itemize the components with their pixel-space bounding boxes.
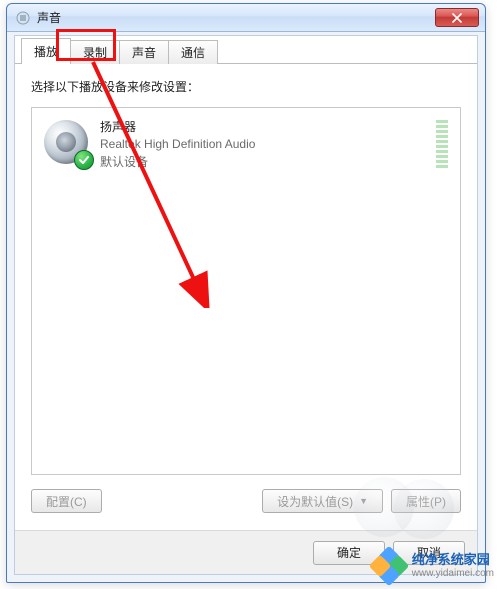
tab-label: 通信 [181, 44, 205, 61]
button-label: 确定 [337, 544, 361, 561]
device-item[interactable]: 扬声器 Realtek High Definition Audio 默认设备 [38, 114, 454, 174]
titlebar: 声音 [7, 4, 485, 32]
close-button[interactable] [435, 8, 479, 27]
tab-sounds[interactable]: 声音 [119, 40, 169, 64]
device-status: 默认设备 [100, 153, 255, 170]
tab-recording[interactable]: 录制 [70, 40, 120, 64]
device-icon [42, 118, 92, 168]
app-icon [15, 10, 31, 26]
window-title: 声音 [37, 9, 435, 26]
device-driver: Realtek High Definition Audio [100, 137, 255, 151]
tab-playback[interactable]: 播放 [21, 38, 71, 64]
device-text: 扬声器 Realtek High Definition Audio 默认设备 [100, 118, 255, 170]
level-meter [436, 118, 450, 168]
tab-label: 播放 [34, 43, 58, 60]
button-label: 配置(C) [46, 493, 87, 510]
button-label: 设为默认值(S) [277, 493, 353, 510]
instruction-text: 选择以下播放设备来修改设置： [31, 78, 461, 95]
watermark-url: www.yidaimei.com [412, 568, 494, 579]
speaker-cone-icon [56, 132, 76, 152]
device-name: 扬声器 [100, 118, 255, 135]
watermark: 纯净系统家园 www.yidaimei.com [372, 549, 494, 583]
watermark-logo-icon [372, 549, 406, 583]
watermark-title: 纯净系统家园 [412, 553, 494, 567]
tab-strip: 播放 录制 声音 通信 [15, 36, 477, 64]
tab-label: 录制 [83, 44, 107, 61]
tab-body: 选择以下播放设备来修改设置： 扬声器 Realtek High Definiti… [15, 64, 477, 513]
watermark-bg-icon [354, 477, 414, 537]
tab-communications[interactable]: 通信 [168, 40, 218, 64]
default-check-icon [74, 150, 94, 170]
tab-label: 声音 [132, 44, 156, 61]
close-icon [452, 13, 462, 23]
device-list[interactable]: 扬声器 Realtek High Definition Audio 默认设备 [31, 107, 461, 475]
configure-button[interactable]: 配置(C) [31, 489, 102, 513]
